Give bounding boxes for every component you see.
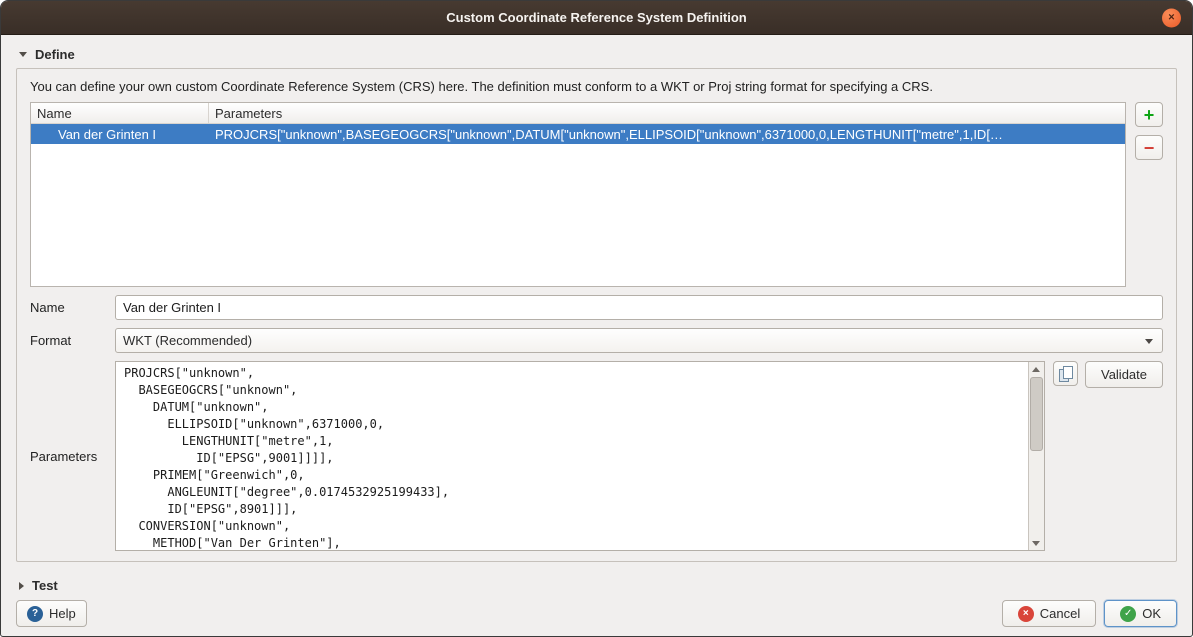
scrollbar-track[interactable] [1029, 376, 1044, 536]
define-group-header[interactable]: Define [16, 41, 1177, 68]
ok-icon: ✓ [1120, 606, 1136, 622]
ok-label: OK [1142, 606, 1161, 621]
test-group-header[interactable]: Test [16, 572, 1177, 599]
table-row[interactable]: Van der Grinten I PROJCRS["unknown",BASE… [31, 124, 1125, 144]
remove-crs-button[interactable]: − [1135, 135, 1163, 160]
help-icon: ? [27, 606, 43, 622]
help-label: Help [49, 606, 76, 621]
remove-icon: − [1144, 139, 1155, 157]
test-group-title: Test [32, 578, 58, 593]
dialog-footer: ? Help × Cancel ✓ OK [16, 600, 1177, 627]
crs-table: Name Parameters Van der Grinten I PROJCR… [30, 102, 1126, 287]
table-side-buttons: + − [1135, 102, 1163, 287]
parameters-text: PROJCRS["unknown", BASEGEOGCRS["unknown"… [116, 362, 1028, 550]
format-label: Format [30, 333, 115, 348]
copy-wkt-button[interactable] [1053, 361, 1078, 386]
close-button[interactable]: × [1162, 8, 1181, 27]
parameters-editor[interactable]: PROJCRS["unknown", BASEGEOGCRS["unknown"… [115, 361, 1045, 551]
crs-description: You can define your own custom Coordinat… [30, 79, 1163, 94]
name-label: Name [30, 300, 115, 315]
format-row: Format WKT (Recommended) [30, 328, 1163, 353]
help-button[interactable]: ? Help [16, 600, 87, 627]
name-row: Name [30, 295, 1163, 320]
add-icon: + [1144, 106, 1155, 124]
crs-table-area: Name Parameters Van der Grinten I PROJCR… [30, 102, 1163, 287]
copy-icon [1059, 366, 1072, 381]
add-crs-button[interactable]: + [1135, 102, 1163, 127]
table-header: Name Parameters [31, 103, 1125, 124]
define-collapse-icon [19, 52, 27, 57]
row-parameters-cell: PROJCRS["unknown",BASEGEOGCRS["unknown",… [209, 127, 1125, 142]
name-input[interactable] [115, 295, 1163, 320]
format-selected-value: WKT (Recommended) [123, 333, 252, 348]
scroll-down-icon[interactable] [1029, 536, 1044, 550]
dialog-body: Define You can define your own custom Co… [1, 35, 1192, 636]
ok-button[interactable]: ✓ OK [1104, 600, 1177, 627]
window-title: Custom Coordinate Reference System Defin… [446, 10, 747, 25]
row-name-cell: Van der Grinten I [31, 127, 209, 142]
custom-crs-dialog: Custom Coordinate Reference System Defin… [0, 0, 1193, 637]
titlebar[interactable]: Custom Coordinate Reference System Defin… [1, 1, 1192, 35]
cancel-label: Cancel [1040, 606, 1080, 621]
define-group-title: Define [35, 47, 75, 62]
parameters-row: Parameters PROJCRS["unknown", BASEGEOGCR… [30, 361, 1163, 551]
column-header-name[interactable]: Name [31, 103, 209, 123]
cancel-button[interactable]: × Cancel [1002, 600, 1096, 627]
parameters-label: Parameters [30, 449, 115, 464]
parameters-scrollbar[interactable] [1028, 362, 1044, 550]
test-expand-icon [19, 582, 24, 590]
format-select[interactable]: WKT (Recommended) [115, 328, 1163, 353]
validate-button[interactable]: Validate [1085, 361, 1163, 388]
scrollbar-thumb[interactable] [1030, 377, 1043, 451]
cancel-icon: × [1018, 606, 1034, 622]
scroll-up-icon[interactable] [1029, 362, 1044, 376]
parameters-side-buttons: Validate [1053, 361, 1163, 551]
dropdown-arrow-icon [1145, 339, 1153, 344]
column-header-parameters[interactable]: Parameters [209, 103, 1125, 123]
define-frame: You can define your own custom Coordinat… [16, 68, 1177, 562]
close-icon: × [1168, 12, 1174, 23]
